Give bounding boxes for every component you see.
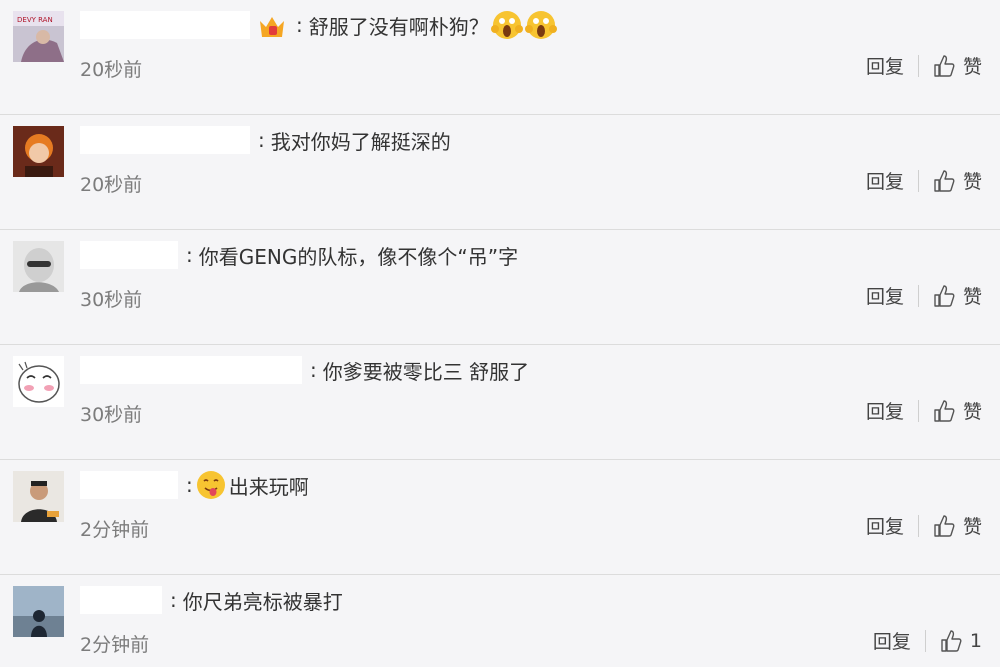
colon: : bbox=[186, 473, 193, 497]
comment-item: : 你看GENG的队标，像不像个“吊”字 30秒前 回复 赞 bbox=[0, 230, 1000, 345]
divider bbox=[917, 54, 919, 77]
thumbs-up-icon bbox=[933, 284, 955, 308]
username-redacted[interactable] bbox=[80, 471, 178, 499]
reply-button[interactable]: 回复 bbox=[866, 512, 904, 539]
divider bbox=[924, 629, 926, 652]
comment-text: 你尺弟亮标被暴打 bbox=[182, 589, 343, 614]
comment-text: 你爹要被零比三 舒服了 bbox=[322, 359, 530, 384]
timestamp: 20秒前 bbox=[80, 59, 143, 81]
like-label: 赞 bbox=[962, 171, 982, 193]
timestamp: 30秒前 bbox=[80, 289, 143, 311]
comment-item: : 你尺弟亮标被暴打 2分钟前 回复 1 bbox=[0, 575, 1000, 667]
scream-emoji-icon bbox=[524, 9, 557, 41]
comment-text: 舒服了没有啊朴狗？ bbox=[308, 14, 489, 39]
comment-text: 我对你妈了解挺深的 bbox=[270, 129, 451, 154]
avatar[interactable] bbox=[13, 241, 64, 292]
timestamp: 2分钟前 bbox=[80, 634, 150, 656]
divider bbox=[917, 514, 919, 537]
username-redacted[interactable] bbox=[80, 126, 250, 154]
like-button[interactable]: 赞 bbox=[933, 512, 982, 539]
comment-item: : 你爹要被零比三 舒服了 30秒前 回复 赞 bbox=[0, 345, 1000, 460]
thumbs-up-icon bbox=[940, 629, 962, 653]
timestamp: 30秒前 bbox=[80, 404, 143, 426]
avatar[interactable] bbox=[13, 356, 64, 407]
reply-button[interactable]: 回复 bbox=[866, 52, 904, 79]
like-button[interactable]: 赞 bbox=[933, 52, 982, 79]
thumbs-up-icon bbox=[933, 514, 955, 538]
comment-item: DEVY RAN : 舒服了没有啊朴狗？ 20秒前 回复 赞 bbox=[0, 0, 1000, 115]
thumbs-up-icon bbox=[933, 54, 955, 78]
timestamp: 2分钟前 bbox=[80, 519, 150, 541]
like-label: 赞 bbox=[962, 56, 982, 78]
colon: : bbox=[310, 358, 317, 382]
like-button[interactable]: 赞 bbox=[933, 282, 982, 309]
divider bbox=[917, 284, 919, 307]
like-button[interactable]: 赞 bbox=[933, 167, 982, 194]
divider bbox=[917, 169, 919, 192]
crown-badge-icon bbox=[256, 9, 288, 41]
like-label: 赞 bbox=[962, 516, 982, 538]
colon: : bbox=[296, 13, 303, 37]
avatar[interactable] bbox=[13, 586, 64, 637]
reply-button[interactable]: 回复 bbox=[866, 282, 904, 309]
timestamp: 20秒前 bbox=[80, 174, 143, 196]
like-label: 赞 bbox=[962, 401, 982, 423]
comment-item: : 我对你妈了解挺深的 20秒前 回复 赞 bbox=[0, 115, 1000, 230]
thumbs-up-icon bbox=[933, 169, 955, 193]
like-button[interactable]: 1 bbox=[940, 629, 982, 653]
scream-emoji-icon bbox=[490, 9, 523, 41]
thumbs-up-icon bbox=[933, 399, 955, 423]
tongue-emoji-icon bbox=[195, 469, 227, 501]
colon: : bbox=[170, 588, 177, 612]
comment-list: DEVY RAN : 舒服了没有啊朴狗？ 20秒前 回复 赞: 我对你妈了解挺… bbox=[0, 0, 1000, 667]
reply-button[interactable]: 回复 bbox=[873, 627, 911, 654]
comment-text: 你看GENG的队标，像不像个“吊”字 bbox=[198, 244, 519, 269]
username-redacted[interactable] bbox=[80, 11, 250, 39]
username-redacted[interactable] bbox=[80, 586, 162, 614]
reply-button[interactable]: 回复 bbox=[866, 397, 904, 424]
like-label: 赞 bbox=[962, 286, 982, 308]
reply-button[interactable]: 回复 bbox=[866, 167, 904, 194]
avatar[interactable] bbox=[13, 471, 64, 522]
colon: : bbox=[258, 128, 265, 152]
comment-text: 出来玩啊 bbox=[228, 474, 309, 499]
username-redacted[interactable] bbox=[80, 356, 302, 384]
avatar[interactable] bbox=[13, 126, 64, 177]
colon: : bbox=[186, 243, 193, 267]
comment-item: : 出来玩啊 2分钟前 回复 赞 bbox=[0, 460, 1000, 575]
username-redacted[interactable] bbox=[80, 241, 178, 269]
avatar[interactable]: DEVY RAN bbox=[13, 11, 64, 62]
divider bbox=[917, 399, 919, 422]
svg-text:DEVY RAN: DEVY RAN bbox=[17, 16, 53, 24]
like-count: 1 bbox=[969, 629, 982, 652]
like-button[interactable]: 赞 bbox=[933, 397, 982, 424]
